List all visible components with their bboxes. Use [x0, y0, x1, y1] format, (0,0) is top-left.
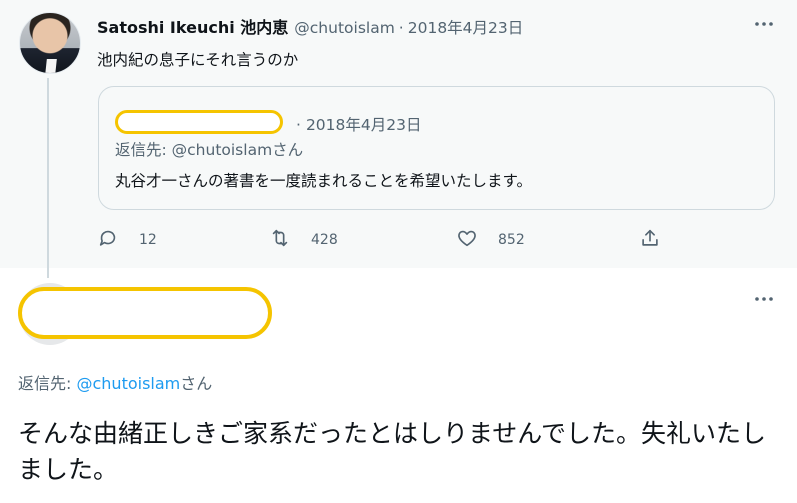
- reply-to-suffix: さん: [180, 374, 213, 393]
- retweet-button[interactable]: 428: [269, 226, 338, 254]
- parent-tweet[interactable]: Satoshi Ikeuchi 池内恵 @chutoislam · 2018年4…: [0, 0, 797, 278]
- more-horizontal-icon[interactable]: [752, 287, 776, 311]
- action-bar: 12 428 852: [97, 226, 677, 254]
- separator-dot: ·: [296, 116, 301, 134]
- avatar[interactable]: [19, 12, 81, 74]
- reply-button[interactable]: 12: [97, 226, 157, 254]
- retweet-count: 428: [311, 232, 338, 248]
- reply-icon: [97, 227, 119, 253]
- like-button[interactable]: 852: [456, 226, 525, 254]
- quoted-tweet-date: 2018年4月23日: [305, 116, 422, 134]
- reply-to-prefix: 返信先:: [18, 374, 77, 393]
- quoted-reply-to: 返信先: @chutoislamさん: [115, 141, 304, 159]
- reply-tweet-text: そんな由緒正しきご家系だったとはしりませんでした。失礼いたしました。: [18, 419, 767, 484]
- quoted-tweet[interactable]: · 2018年4月23日 返信先: @chutoislamさん 丸谷才一さんの著…: [98, 86, 775, 210]
- reply-to-line: 返信先: @chutoislamさん: [18, 370, 212, 394]
- quoted-tweet-text: 丸谷才一さんの著書を一度読まれることを希望いたします。: [115, 172, 532, 190]
- redaction-mark: [18, 287, 272, 339]
- tweet-header: Satoshi Ikeuchi 池内恵 @chutoislam · 2018年4…: [97, 14, 524, 38]
- reply-count: 12: [139, 232, 157, 248]
- avatar-shirt: [45, 59, 57, 73]
- handle[interactable]: @chutoislam: [294, 19, 395, 37]
- reply-to-mention-link[interactable]: @chutoislam: [76, 374, 180, 393]
- thread-line: [47, 78, 49, 278]
- more-horizontal-icon[interactable]: [752, 12, 776, 36]
- quoted-tweet-header: · 2018年4月23日: [115, 106, 421, 134]
- tweet-text: 池内紀の息子にそれ言うのか: [97, 51, 299, 69]
- share-icon: [639, 227, 661, 253]
- like-count: 852: [498, 232, 525, 248]
- redaction-mark: [115, 110, 283, 134]
- separator-dot: ·: [398, 19, 404, 37]
- heart-icon: [456, 227, 478, 253]
- tweet-date[interactable]: 2018年4月23日: [408, 16, 524, 38]
- display-name[interactable]: Satoshi Ikeuchi 池内恵: [97, 14, 288, 38]
- share-button[interactable]: [639, 226, 661, 254]
- retweet-icon: [269, 227, 291, 253]
